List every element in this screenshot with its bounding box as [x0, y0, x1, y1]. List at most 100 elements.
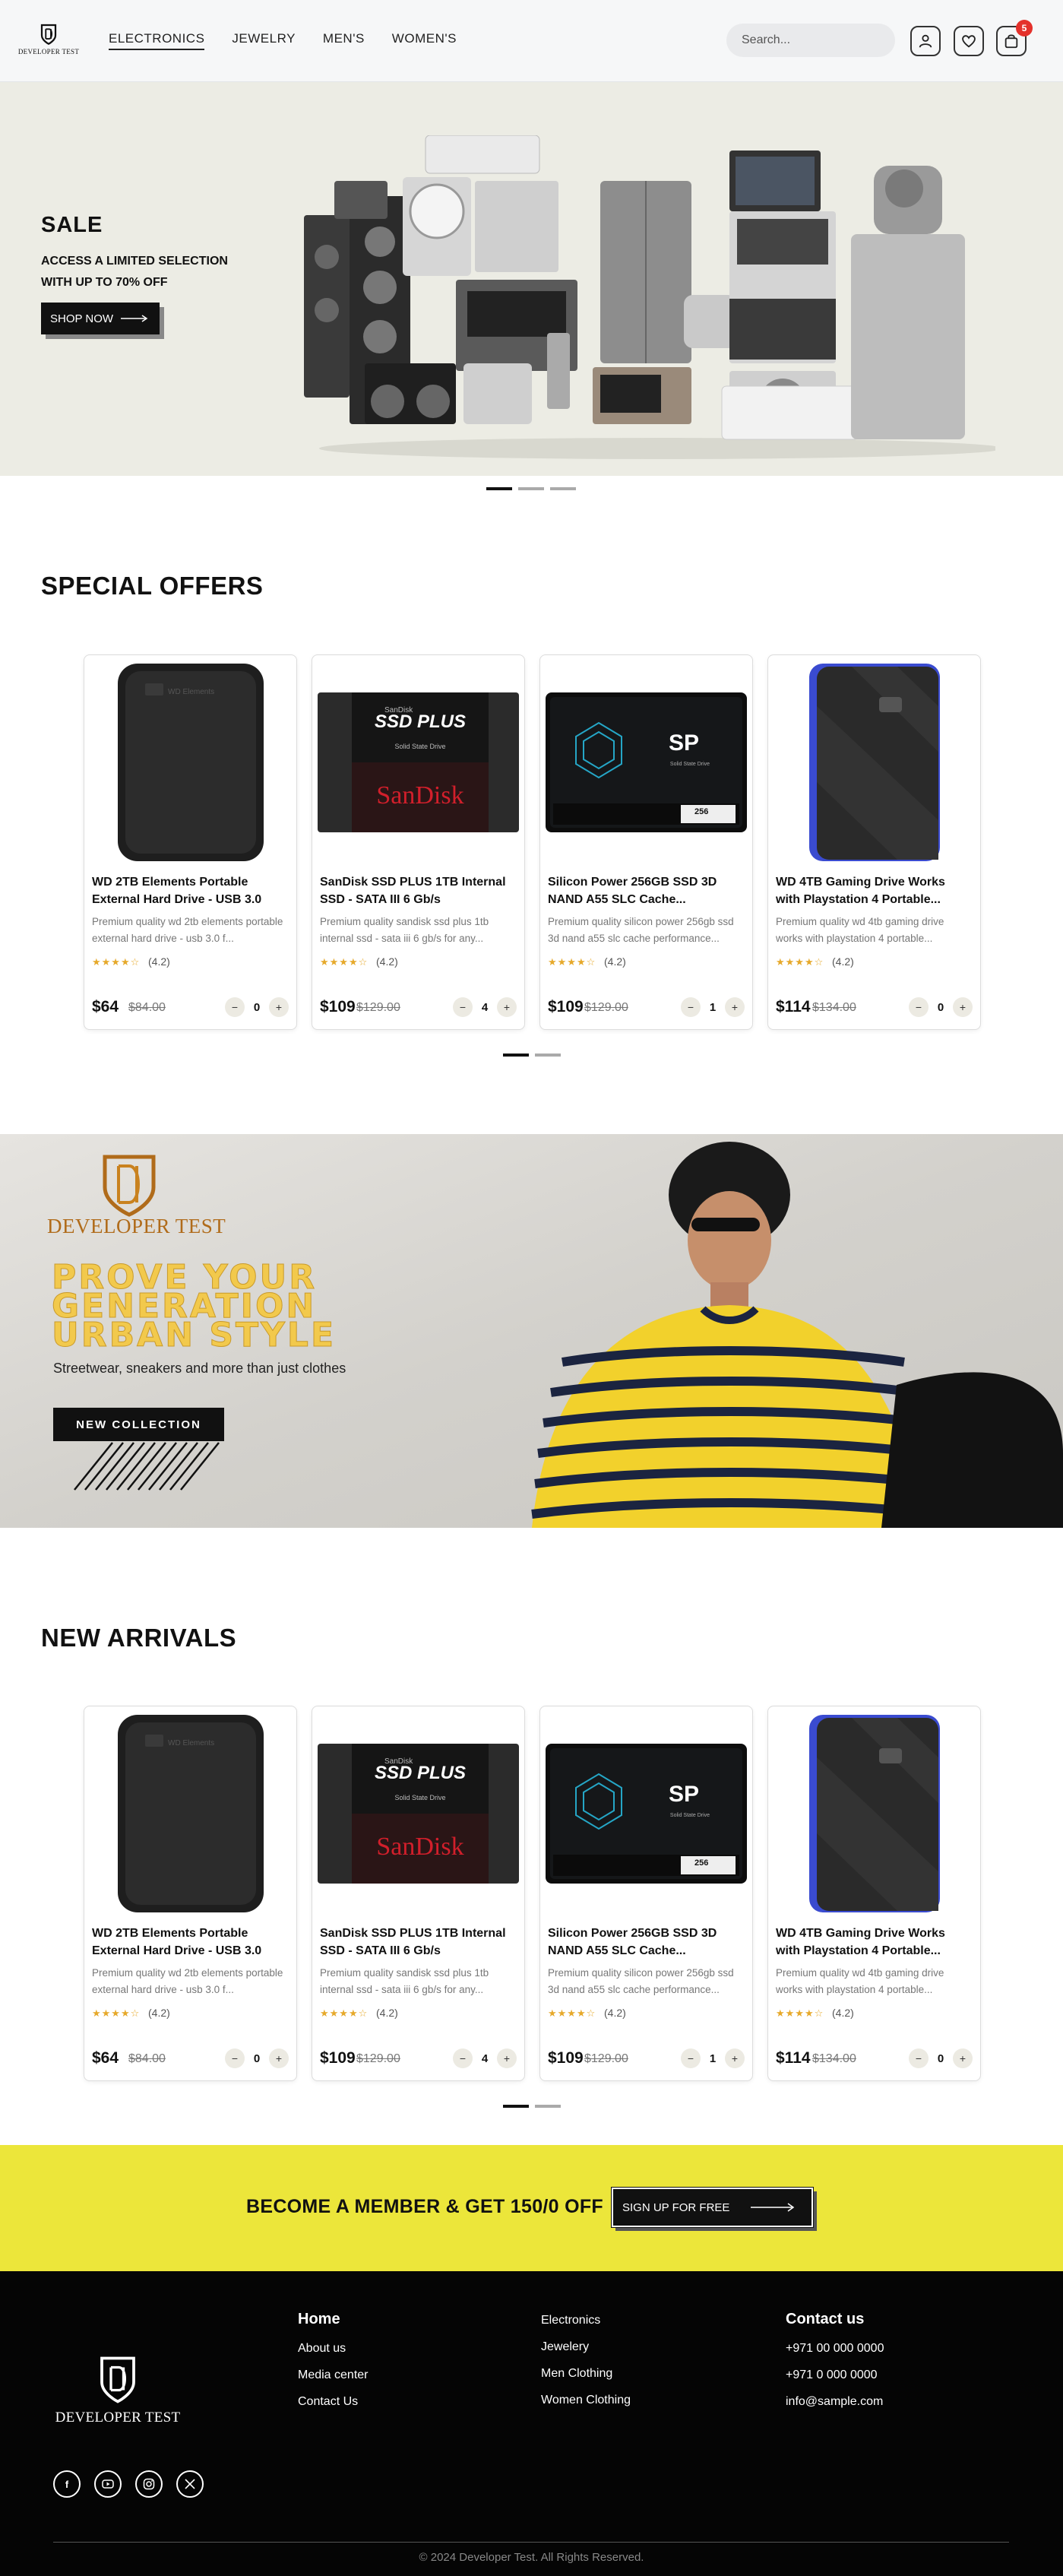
product-name[interactable]: Silicon Power 256GB SSD 3D NAND A55 SLC …	[548, 873, 742, 908]
nav-womens[interactable]: WOMEN'S	[392, 31, 457, 50]
decrease-qty-button[interactable]: −	[225, 997, 245, 1017]
product-name[interactable]: WD 4TB Gaming Drive Works with Playstati…	[776, 873, 970, 908]
user-icon	[919, 34, 932, 48]
product-old-price: $134.00	[812, 2052, 856, 2065]
svg-text:SP: SP	[669, 730, 699, 756]
wishlist-button[interactable]	[954, 26, 984, 56]
x-icon[interactable]	[176, 2470, 204, 2498]
footer-link-jewelery[interactable]: Jewelery	[541, 2340, 631, 2354]
offers-dot-1[interactable]	[503, 1054, 529, 1057]
product-card[interactable]: WD 4TB Gaming Drive Works with Playstati…	[767, 1706, 981, 2081]
svg-text:256: 256	[694, 1858, 708, 1868]
product-price: $114	[776, 998, 811, 1016]
search-bar	[726, 24, 899, 57]
nav-jewelry[interactable]: JEWELRY	[232, 31, 296, 50]
membership-banner: BECOME A MEMBER & GET 150/0 OFF SIGN UP …	[0, 2145, 1063, 2271]
decrease-qty-button[interactable]: −	[681, 2048, 701, 2068]
rating-value: (4.2)	[604, 955, 626, 968]
quantity-value: 1	[709, 2052, 717, 2065]
product-card[interactable]: SP Solid State Drive 256 Silicon Power 256G…	[539, 1706, 753, 2081]
model-photo	[531, 1142, 1063, 1528]
footer-link-women[interactable]: Women Clothing	[541, 2394, 631, 2407]
offers-dot-2[interactable]	[535, 1054, 561, 1057]
footer-link-electronics[interactable]: Electronics	[541, 2314, 631, 2327]
increase-qty-button[interactable]: +	[725, 2048, 745, 2068]
product-name[interactable]: SanDisk SSD PLUS 1TB Internal SSD - SATA…	[320, 873, 514, 908]
product-name[interactable]: WD 2TB Elements Portable External Hard D…	[92, 1925, 286, 1960]
product-card[interactable]: WD Elements WD 2TB Elements Portable Exte…	[84, 654, 297, 1030]
footer-link-men[interactable]: Men Clothing	[541, 2367, 631, 2381]
decrease-qty-button[interactable]: −	[681, 997, 701, 1017]
decrease-qty-button[interactable]: −	[909, 997, 929, 1017]
product-card[interactable]: WD 4TB Gaming Drive Works with Playstati…	[767, 654, 981, 1030]
product-image[interactable]: SP Solid State Drive 256	[546, 660, 747, 865]
star-rating-icon: ★★★★☆	[548, 956, 596, 968]
new-arrivals-list: WD Elements WD 2TB Elements Portable Exte…	[84, 1706, 981, 2081]
product-name[interactable]: Silicon Power 256GB SSD 3D NAND A55 SLC …	[548, 1925, 742, 1960]
search-input[interactable]	[742, 33, 899, 47]
decrease-qty-button[interactable]: −	[453, 2048, 473, 2068]
product-price: $64	[92, 998, 119, 1016]
product-card[interactable]: SSD PLUS SanDisk Solid State Drive SanDisk S…	[312, 1706, 525, 2081]
increase-qty-button[interactable]: +	[497, 2048, 517, 2068]
increase-qty-button[interactable]: +	[497, 997, 517, 1017]
footer-link-about[interactable]: About us	[298, 2342, 369, 2356]
quantity-stepper: −0 +	[225, 997, 289, 1017]
hero-dot-3[interactable]	[550, 487, 576, 490]
product-image[interactable]: SP Solid State Drive 256	[546, 1711, 747, 1916]
svg-text:WD Elements: WD Elements	[168, 1739, 214, 1747]
facebook-icon[interactable]: f	[53, 2470, 81, 2498]
site-logo[interactable]: DEVELOPER TEST	[18, 23, 79, 58]
footer-phone-1[interactable]: +971 00 000 0000	[786, 2342, 884, 2356]
product-card[interactable]: SP Solid State Drive 256 Silicon Power 256G…	[539, 654, 753, 1030]
special-offers-title: SPECIAL OFFERS	[41, 572, 264, 600]
product-image[interactable]: SSD PLUS SanDisk Solid State Drive SanDisk	[318, 1711, 519, 1916]
footer-link-media[interactable]: Media center	[298, 2368, 369, 2382]
product-image[interactable]: WD Elements	[90, 660, 291, 865]
increase-qty-button[interactable]: +	[953, 997, 973, 1017]
product-description: Premium quality silicon power 256gb ssd …	[548, 1967, 734, 1995]
footer-email[interactable]: info@sample.com	[786, 2395, 884, 2409]
star-rating-icon: ★★★★☆	[92, 2007, 141, 2019]
product-image[interactable]	[774, 1711, 975, 1916]
arrivals-dot-2[interactable]	[535, 2105, 561, 2108]
shop-now-button[interactable]: SHOP NOW	[41, 303, 160, 334]
increase-qty-button[interactable]: +	[269, 997, 289, 1017]
product-card[interactable]: SSD PLUS SanDisk Solid State Drive SanDisk S…	[312, 654, 525, 1030]
increase-qty-button[interactable]: +	[725, 997, 745, 1017]
arrivals-dot-1[interactable]	[503, 2105, 529, 2108]
nav-mens[interactable]: MEN'S	[323, 31, 365, 50]
youtube-icon[interactable]	[94, 2470, 122, 2498]
decrease-qty-button[interactable]: −	[453, 997, 473, 1017]
product-card[interactable]: WD Elements WD 2TB Elements Portable Exte…	[84, 1706, 297, 2081]
product-name[interactable]: WD 4TB Gaming Drive Works with Playstati…	[776, 1925, 970, 1960]
main-nav: ELECTRONICS JEWELRY MEN'S WOMEN'S	[109, 31, 457, 50]
footer-logo[interactable]: DEVELOPER TEST	[55, 2355, 180, 2438]
product-name[interactable]: SanDisk SSD PLUS 1TB Internal SSD - SATA…	[320, 1925, 514, 1960]
increase-qty-button[interactable]: +	[269, 2048, 289, 2068]
product-old-price: $84.00	[128, 2052, 166, 2065]
decrease-qty-button[interactable]: −	[909, 2048, 929, 2068]
hero-dot-2[interactable]	[518, 487, 544, 490]
rating-value: (4.2)	[148, 2007, 170, 2019]
product-image[interactable]: WD Elements	[90, 1711, 291, 1916]
shopping-bag-icon	[1004, 34, 1018, 49]
svg-text:SanDisk: SanDisk	[384, 1757, 413, 1766]
product-image[interactable]	[774, 660, 975, 865]
increase-qty-button[interactable]: +	[953, 2048, 973, 2068]
new-collection-button[interactable]: NEW COLLECTION	[53, 1408, 224, 1441]
footer-phone-2[interactable]: +971 0 000 0000	[786, 2368, 884, 2382]
sign-up-button[interactable]: SIGN UP FOR FREE	[611, 2187, 814, 2228]
decrease-qty-button[interactable]: −	[225, 2048, 245, 2068]
product-name[interactable]: WD 2TB Elements Portable External Hard D…	[92, 873, 286, 908]
quantity-value: 0	[937, 2052, 944, 2065]
cart-button[interactable]: 5	[996, 20, 1033, 56]
product-old-price: $134.00	[812, 1001, 856, 1014]
footer-link-contact[interactable]: Contact Us	[298, 2395, 369, 2409]
quantity-stepper: −4 +	[453, 997, 517, 1017]
instagram-icon[interactable]	[135, 2470, 163, 2498]
hero-dot-1[interactable]	[486, 487, 512, 490]
nav-electronics[interactable]: ELECTRONICS	[109, 31, 205, 50]
product-image[interactable]: SSD PLUS SanDisk Solid State Drive SanDisk	[318, 660, 519, 865]
account-button[interactable]	[910, 26, 941, 56]
